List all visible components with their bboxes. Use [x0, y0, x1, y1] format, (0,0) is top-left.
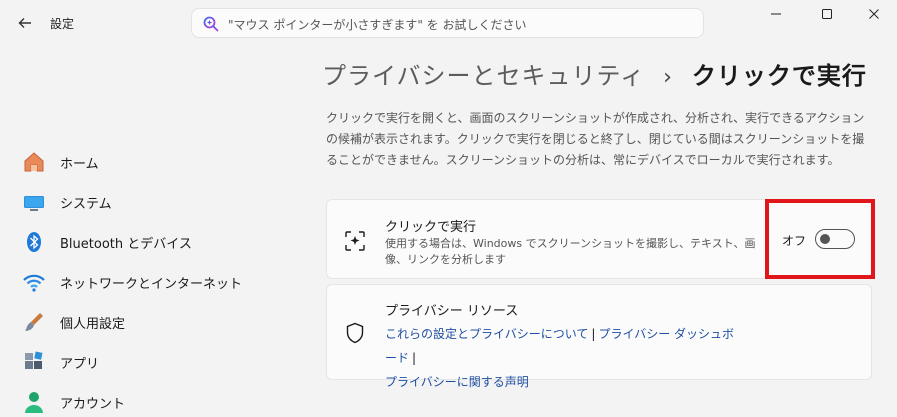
- sidebar-item-network[interactable]: ネットワークとインターネット: [22, 267, 292, 297]
- sidebar-item-label: ネットワークとインターネット: [60, 277, 243, 292]
- apps-icon: [22, 351, 46, 373]
- app-title: 設定: [50, 17, 75, 31]
- search-input[interactable]: "マウス ポインターが小さすぎます" を お試しください: [191, 8, 704, 38]
- sidebar-item-accounts[interactable]: アカウント: [22, 387, 292, 417]
- privacy-resources-title: プライバシー リソース: [385, 304, 519, 319]
- sidebar-item-label: ホーム: [60, 157, 99, 172]
- sidebar-item-label: アプリ: [60, 357, 100, 372]
- sidebar-item-system[interactable]: システム: [22, 187, 292, 217]
- paintbrush-icon: [22, 311, 46, 333]
- close-icon[interactable]: [858, 6, 890, 28]
- bluetooth-icon: [22, 231, 46, 253]
- sidebar-item-label: アカウント: [60, 397, 126, 412]
- sidebar-item-home[interactable]: ホーム: [22, 147, 292, 177]
- link-separator: |: [412, 351, 417, 365]
- wifi-icon: [22, 271, 46, 293]
- feature-description: 使用する場合は、Windows でスクリーンショットを撮影し、テキスト、画像、リ…: [385, 237, 756, 266]
- sidebar-item-personalization[interactable]: 個人用設定: [22, 307, 292, 337]
- back-arrow-icon[interactable]: [14, 12, 36, 34]
- click-to-do-icon: [345, 231, 365, 251]
- system-monitor-icon: [22, 191, 46, 213]
- title-bar: 設定 "マウス ポインターが小さすぎます" を お試しください: [0, 0, 897, 44]
- feature-title: クリックで実行: [385, 220, 477, 235]
- sidebar-item-label: 個人用設定: [60, 317, 126, 332]
- minimize-icon[interactable]: [760, 6, 792, 28]
- privacy-statement-link[interactable]: プライバシーに関する声明: [385, 375, 529, 389]
- copilot-search-icon: [202, 15, 220, 33]
- sidebar-item-label: Bluetooth とデバイス: [60, 237, 192, 252]
- shield-icon: [345, 322, 365, 344]
- privacy-settings-link[interactable]: これらの設定とプライバシーについて: [385, 327, 588, 341]
- sidebar-item-apps[interactable]: アプリ: [22, 347, 292, 377]
- sidebar-item-bluetooth[interactable]: Bluetooth とデバイス: [22, 227, 292, 257]
- link-separator: |: [591, 327, 596, 341]
- breadcrumb: プライバシーとセキュリティ › クリックで実行: [322, 56, 867, 91]
- maximize-icon[interactable]: [811, 6, 843, 28]
- page-title: クリックで実行: [691, 62, 867, 90]
- privacy-resources-card: プライバシー リソース これらの設定とプライバシーについて | プライバシー ダッシ…: [326, 284, 872, 389]
- privacy-links: これらの設定とプライバシーについて | プライバシー ダッシュボード | プライバシーに…: [385, 322, 745, 394]
- search-placeholder: "マウス ポインターが小さすぎます" を お試しください: [228, 18, 527, 32]
- sidebar-item-label: システム: [60, 197, 112, 212]
- breadcrumb-parent-link[interactable]: プライバシーとセキュリティ: [322, 62, 645, 90]
- breadcrumb-separator: ›: [663, 65, 672, 90]
- account-icon: [22, 391, 46, 413]
- highlight-annotation: [765, 199, 875, 279]
- page-description: クリックで実行を開くと、画面のスクリーンショットが作成され、分析され、実行できる…: [326, 111, 865, 167]
- home-icon: [22, 151, 46, 173]
